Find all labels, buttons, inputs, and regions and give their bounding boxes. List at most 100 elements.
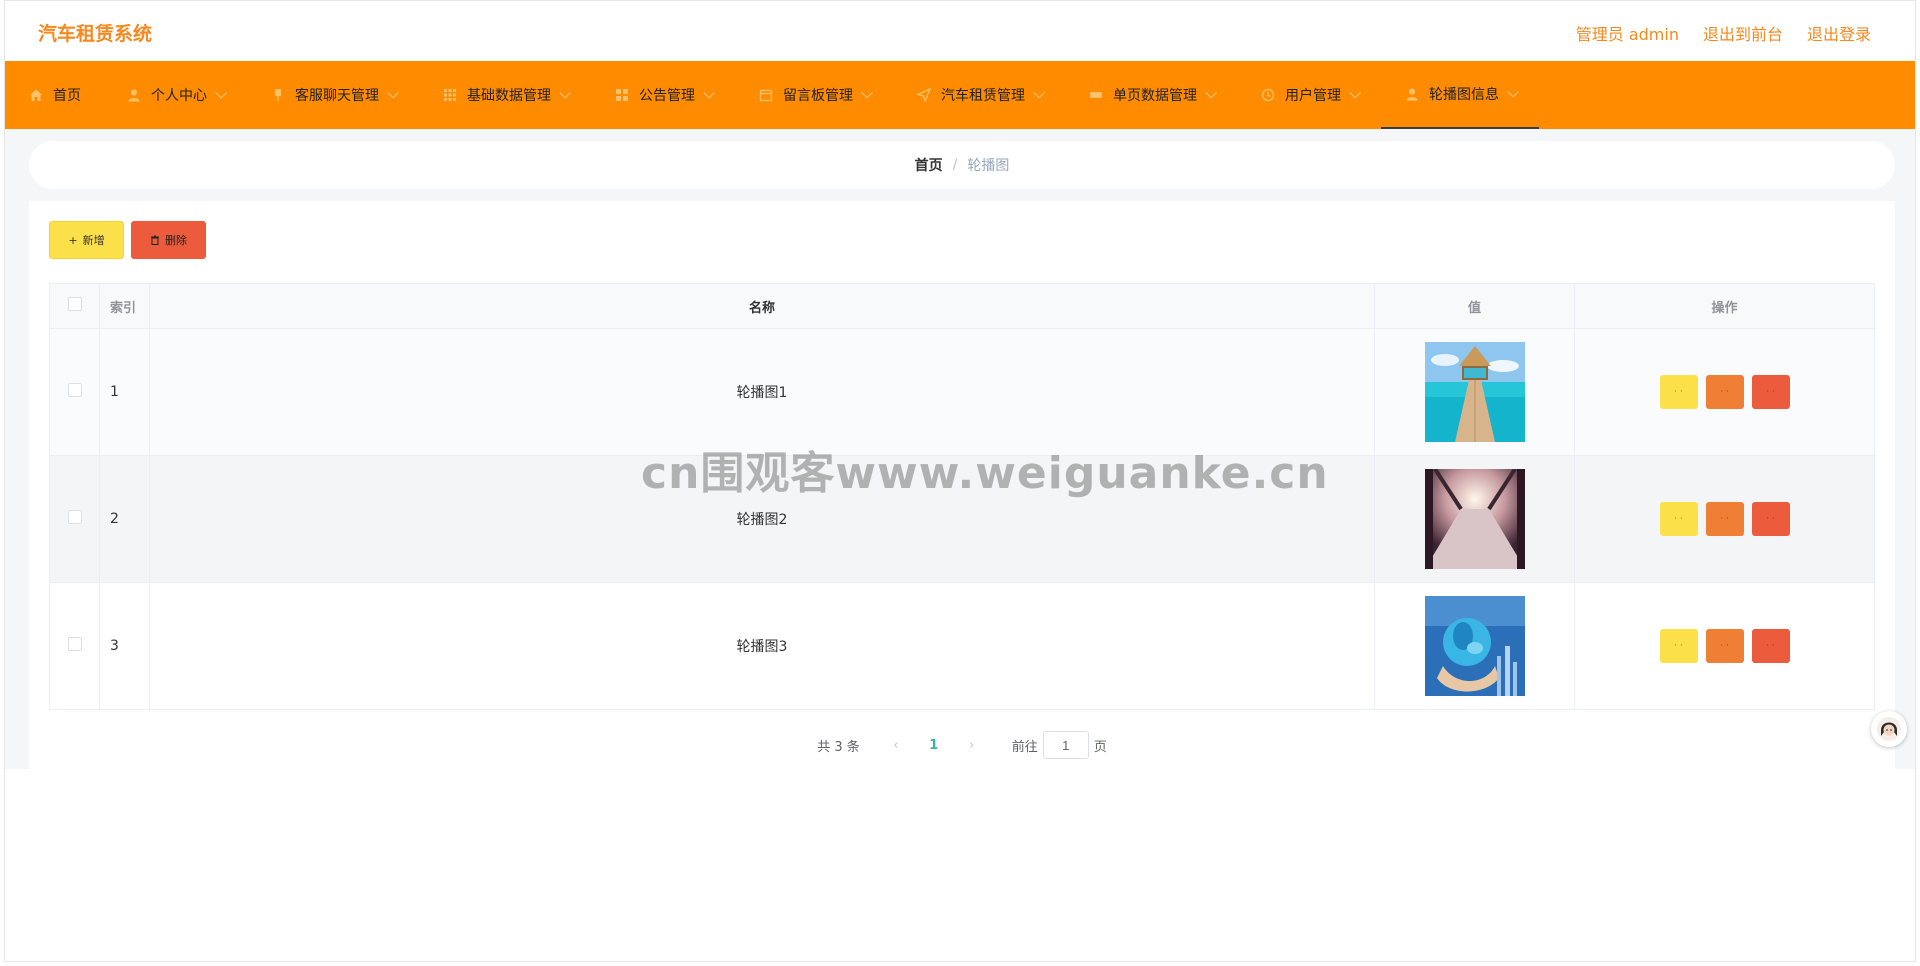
nav-item-chat[interactable]: 客服聊天管理 <box>247 61 419 129</box>
main-nav: 首页 个人中心 客服聊天管理 基础数据管理 公告管理 留言板管理 汽车租赁管理 … <box>5 61 1915 129</box>
column-header-actions: 操作 <box>1574 283 1875 329</box>
chevron-down-icon <box>387 87 399 99</box>
row-index: 3 <box>99 582 150 710</box>
nav-item-carousel[interactable]: 轮播图信息 <box>1381 61 1539 129</box>
row-image-cell <box>1374 582 1575 710</box>
page-suffix: 页 <box>1093 739 1107 755</box>
nav-item-notice[interactable]: 公告管理 <box>591 61 735 129</box>
view-button[interactable]: · · <box>1659 375 1698 409</box>
row-image-cell <box>1374 455 1575 583</box>
grid-icon <box>444 89 456 101</box>
clock-icon <box>1261 88 1275 102</box>
nav-item-label: 首页 <box>53 88 81 104</box>
user-icon <box>1406 88 1418 101</box>
home-icon <box>30 89 42 101</box>
goto-label: 前往 <box>1011 739 1038 755</box>
row-index: 2 <box>99 455 150 583</box>
page-number[interactable]: 1 <box>914 738 954 753</box>
nav-item-label: 客服聊天管理 <box>295 88 379 104</box>
row-name: 轮播图3 <box>149 582 1375 710</box>
bridge-thumbnail[interactable] <box>1424 469 1525 569</box>
row-check-cell <box>49 582 100 710</box>
chevron-down-icon <box>215 87 227 99</box>
app-title: 汽车租赁系统 <box>38 23 153 45</box>
gamepad-icon <box>1090 92 1102 98</box>
chevron-down-icon <box>559 87 571 99</box>
row-delete-button[interactable]: · · <box>1751 502 1790 536</box>
avatar[interactable] <box>1871 711 1907 747</box>
row-actions: · · · · · · <box>1574 582 1875 710</box>
breadcrumb-current: 轮播图 <box>967 158 1010 174</box>
nav-item-profile[interactable]: 个人中心 <box>103 61 247 129</box>
chevron-down-icon <box>1507 86 1519 98</box>
breadcrumb-separator: / <box>952 157 958 173</box>
globe-hand-thumbnail[interactable] <box>1424 596 1525 696</box>
table-row: 3 轮播图3 · · · · · · <box>49 582 1875 710</box>
prev-page-icon[interactable]: ‹ <box>878 738 914 753</box>
row-delete-button[interactable]: · · <box>1751 375 1790 409</box>
goto-page-input[interactable] <box>1042 731 1089 759</box>
trash-icon <box>151 235 159 245</box>
row-check-cell <box>49 455 100 583</box>
nav-item-label: 留言板管理 <box>783 88 853 104</box>
nav-item-home[interactable]: 首页 <box>5 61 103 129</box>
chevron-down-icon <box>703 87 715 99</box>
avatar-icon <box>1877 717 1901 741</box>
row-actions: · · · · · · <box>1574 328 1875 456</box>
send-icon <box>917 88 931 102</box>
row-checkbox[interactable] <box>67 383 82 397</box>
view-button[interactable]: · · <box>1659 629 1698 663</box>
row-image-cell <box>1374 328 1575 456</box>
select-all-checkbox[interactable] <box>67 297 82 311</box>
chevron-down-icon <box>1205 87 1217 99</box>
user-icon <box>128 89 140 102</box>
nav-item-message-board[interactable]: 留言板管理 <box>735 61 893 129</box>
app-window: 汽车租赁系统 管理员 admin 退出到前台 退出登录 首页 个人中心 客服聊天… <box>4 0 1916 962</box>
row-actions: · · · · · · <box>1574 455 1875 583</box>
nav-item-single-page[interactable]: 单页数据管理 <box>1065 61 1237 129</box>
edit-button[interactable]: · · <box>1705 375 1744 409</box>
plus-icon: + <box>68 233 78 247</box>
row-check-cell <box>49 328 100 456</box>
apps-icon <box>616 89 628 101</box>
nav-item-users[interactable]: 用户管理 <box>1237 61 1381 129</box>
nav-item-label: 单页数据管理 <box>1113 88 1197 104</box>
column-header-name[interactable]: 名称 <box>149 283 1375 329</box>
delete-button[interactable]: 删除 <box>131 221 206 259</box>
beach-gazebo-thumbnail[interactable] <box>1424 342 1525 442</box>
nav-item-base-data[interactable]: 基础数据管理 <box>419 61 591 129</box>
watermark: cn围观客www.weiguanke.cn <box>641 448 1329 499</box>
chevron-down-icon <box>1033 87 1045 99</box>
nav-item-car-rental[interactable]: 汽车租赁管理 <box>893 61 1065 129</box>
nav-item-label: 汽车租赁管理 <box>941 88 1025 104</box>
logout-link[interactable]: 退出登录 <box>1807 21 1871 45</box>
column-header-index[interactable]: 索引 <box>99 283 150 329</box>
nav-item-label: 轮播图信息 <box>1429 87 1499 103</box>
breadcrumb-home[interactable]: 首页 <box>915 155 943 175</box>
chevron-down-icon <box>1349 87 1361 99</box>
edit-button[interactable]: · · <box>1705 502 1744 536</box>
top-header: 汽车租赁系统 管理员 admin 退出到前台 退出登录 <box>5 1 1915 61</box>
chevron-down-icon <box>861 87 873 99</box>
nav-item-label: 个人中心 <box>151 88 207 104</box>
exit-to-front-link[interactable]: 退出到前台 <box>1703 21 1783 45</box>
nav-item-label: 公告管理 <box>639 88 695 104</box>
column-header-value[interactable]: 值 <box>1374 283 1575 329</box>
breadcrumb: 首页 / 轮播图 <box>29 141 1895 189</box>
admin-user-link[interactable]: 管理员 admin <box>1576 21 1679 45</box>
add-button-label: 新增 <box>82 234 105 247</box>
pin-icon <box>275 89 281 101</box>
row-checkbox[interactable] <box>67 637 82 651</box>
row-checkbox[interactable] <box>67 510 82 524</box>
pagination: 共 3 条 ‹ 1 › 前往 页 <box>29 731 1895 759</box>
pagination-total: 共 3 条 <box>817 739 860 755</box>
edit-button[interactable]: · · <box>1705 629 1744 663</box>
view-button[interactable]: · · <box>1659 502 1698 536</box>
add-button[interactable]: + 新增 <box>49 221 124 259</box>
next-page-icon[interactable]: › <box>954 738 990 753</box>
nav-item-label: 基础数据管理 <box>467 88 551 104</box>
table-header-row: 索引 名称 值 操作 <box>49 283 1875 329</box>
row-delete-button[interactable]: · · <box>1751 629 1790 663</box>
delete-button-label: 删除 <box>165 234 187 247</box>
select-all-cell <box>49 283 100 329</box>
